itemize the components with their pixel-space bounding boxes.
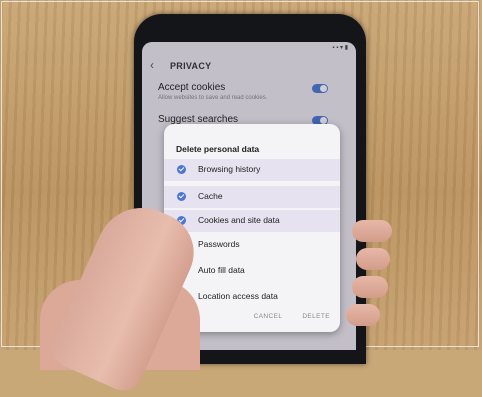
hand-finger xyxy=(352,276,388,298)
option-label: Passwords xyxy=(198,239,240,249)
delete-button[interactable]: DELETE xyxy=(302,313,330,320)
hand-finger xyxy=(356,248,390,270)
option-label: Browsing history xyxy=(198,164,261,174)
hand-finger xyxy=(346,304,380,326)
option-label: Location access data xyxy=(198,291,278,301)
option-label: Cache xyxy=(198,191,223,201)
dialog-title: Delete personal data xyxy=(176,144,260,154)
option-cookies-and-site-data[interactable]: Cookies and site data xyxy=(164,210,340,232)
hand-finger xyxy=(352,220,392,242)
checkbox-checked-icon[interactable] xyxy=(177,192,186,201)
option-label: Cookies and site data xyxy=(198,215,280,225)
option-browsing-history[interactable]: Browsing history xyxy=(164,159,340,181)
option-label: Auto fill data xyxy=(198,265,245,275)
cancel-button[interactable]: CANCEL xyxy=(254,313,283,320)
option-cache[interactable]: Cache xyxy=(164,186,340,208)
dialog-actions: CANCEL DELETE xyxy=(236,313,330,320)
checkbox-checked-icon[interactable] xyxy=(177,165,186,174)
